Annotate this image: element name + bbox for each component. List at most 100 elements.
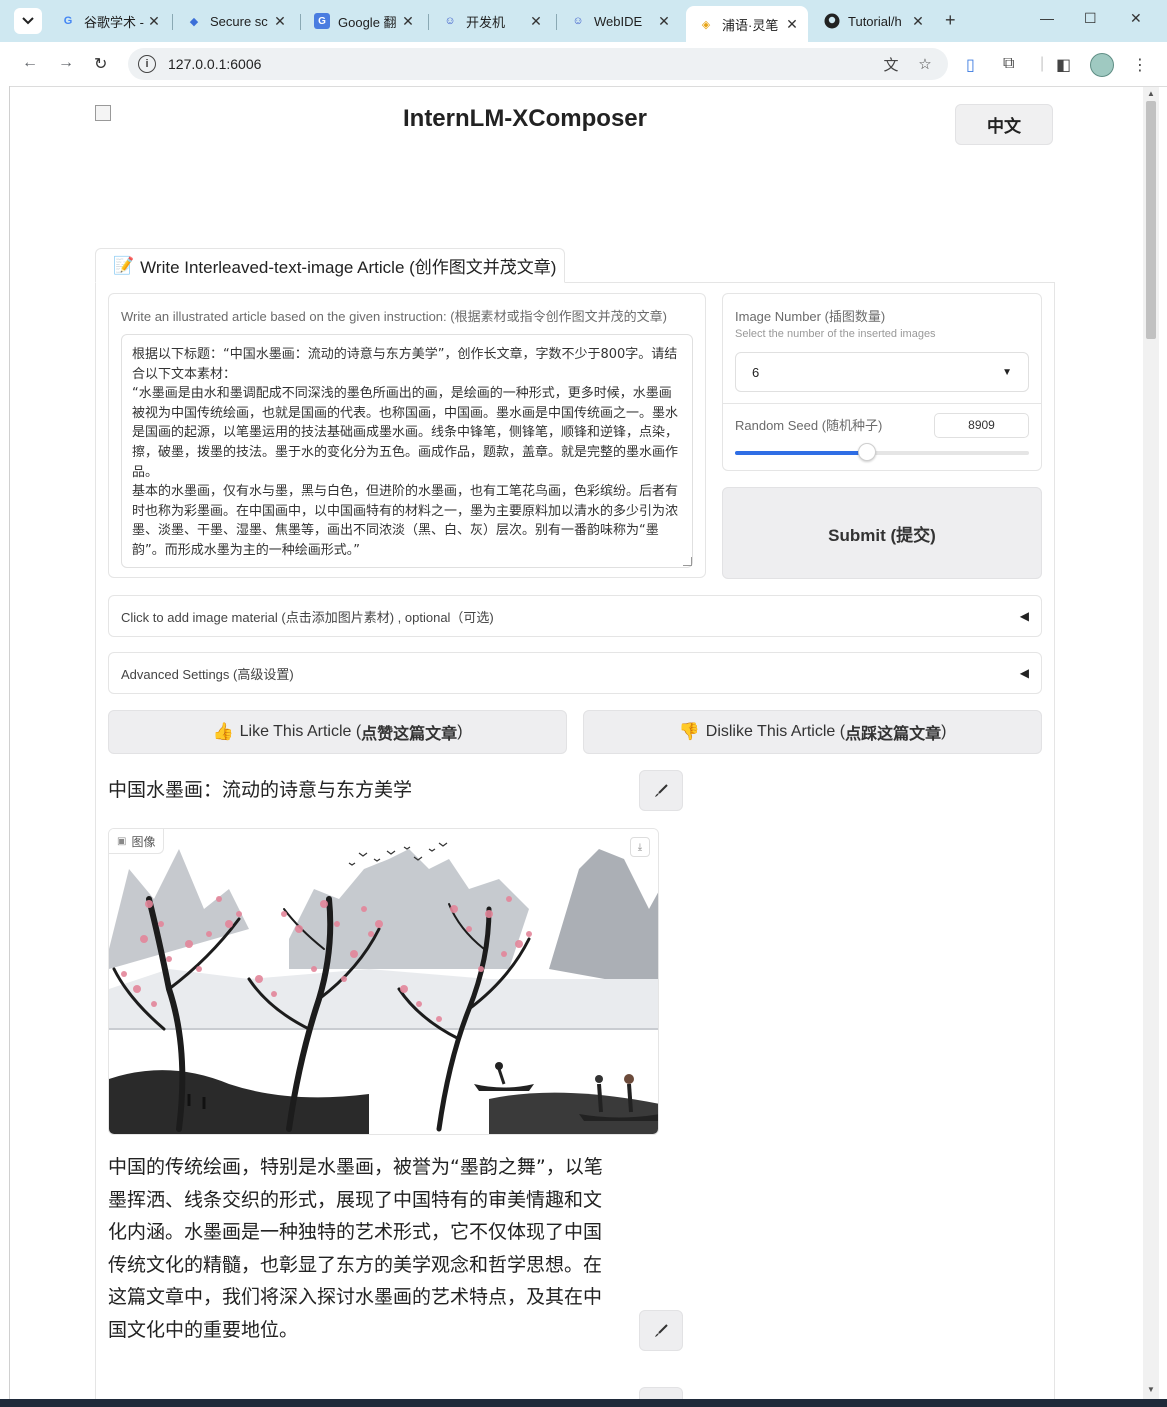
chevron-down-icon: [22, 17, 34, 25]
instruction-textarea[interactable]: 根据以下标题：“中国水墨画：流动的诗意与东方美学”，创作长文章，字数不少于800…: [121, 334, 693, 568]
advanced-settings-accordion[interactable]: Advanced Settings (高级设置) ◀: [108, 652, 1042, 694]
ink-painting-illustration: [109, 829, 658, 1134]
like-label: Like This Article (: [239, 723, 362, 740]
article-paragraph: 中国的传统绘画，特别是水墨画，被誉为“墨韵之舞”，以笔墨挥洒、线条交织的形式，展…: [108, 1156, 603, 1341]
edit-next-button[interactable]: [639, 1387, 683, 1399]
robot-icon: ☺: [444, 15, 456, 27]
tab-title: Tutorial/h: [848, 13, 902, 29]
bookmark-star-icon[interactable]: ☆: [914, 55, 936, 73]
extensions-icon[interactable]: ⧉: [1003, 55, 1014, 73]
like-label-bold: 点赞这篇文章: [361, 726, 458, 743]
reload-icon[interactable]: ↻: [94, 54, 107, 74]
browser-tab-bar: G 谷歌学术 - ✕ ◆ Secure sc ✕ G Google 翻 ✕ ☺ …: [0, 0, 1167, 42]
seed-input[interactable]: 8909: [934, 413, 1029, 438]
article-title: 中国水墨画：流动的诗意与东方美学: [108, 780, 413, 801]
image-number-label: Image Number (插图数量): [735, 309, 886, 324]
language-button[interactable]: 中文: [955, 104, 1053, 145]
minimize-icon[interactable]: —: [1040, 10, 1054, 26]
image-number-dropdown[interactable]: 6 ▼: [735, 352, 1029, 392]
image-label-text: 图像: [131, 834, 156, 849]
robot-icon: ☺: [572, 15, 584, 27]
image-number-value: 6: [752, 364, 760, 380]
thumbs-up-icon: 👍: [212, 722, 234, 741]
browser-tab-secure[interactable]: ◆ Secure sc ✕: [174, 6, 296, 36]
more-menu-icon[interactable]: ⋮: [1132, 55, 1148, 75]
submit-button[interactable]: Submit (提交): [722, 487, 1042, 579]
seed-slider-handle[interactable]: [858, 443, 877, 461]
dislike-button[interactable]: 👎 Dislike This Article (点踩这篇文章): [583, 710, 1042, 754]
google-icon: G: [63, 15, 73, 27]
close-icon[interactable]: ✕: [400, 13, 416, 30]
page-scrollbar[interactable]: ▲ ▼: [1143, 87, 1159, 1399]
background-window-edge: [0, 86, 10, 1399]
accordion-label: Advanced Settings (高级设置): [121, 666, 294, 682]
close-icon[interactable]: ✕: [910, 13, 926, 30]
download-icon[interactable]: ⤓: [630, 837, 650, 857]
tab-title: Secure sc: [210, 13, 268, 29]
article-image: ▣ 图像 ⤓: [108, 828, 659, 1135]
side-panel-icon[interactable]: ◧: [1056, 55, 1071, 75]
browser-tab-webide[interactable]: ☺ WebIDE ✕: [558, 6, 680, 36]
address-bar[interactable]: i 127.0.0.1:6006 文 ☆: [128, 48, 948, 80]
url-text[interactable]: 127.0.0.1:6006: [168, 56, 880, 72]
image-material-accordion[interactable]: Click to add image material (点击添加图片素材) ,…: [108, 595, 1042, 637]
dropdown-arrow-icon: ▼: [1002, 366, 1012, 378]
dislike-label: Dislike This Article (: [705, 723, 846, 740]
seed-label: Random Seed (随机种子): [735, 418, 883, 433]
tab-title: Google 翻: [338, 14, 397, 30]
close-icon[interactable]: ✕: [146, 13, 162, 30]
window-close-icon[interactable]: ✕: [1130, 10, 1142, 27]
github-icon: [824, 13, 840, 29]
like-label-end: ): [457, 723, 463, 740]
scroll-up-icon[interactable]: ▲: [1147, 89, 1155, 98]
close-icon[interactable]: ✕: [272, 13, 288, 30]
page-content: InternLM-XComposer 中文 📝 Write Interleave…: [10, 87, 1143, 1399]
collapse-arrow-icon: ◀: [1019, 609, 1029, 623]
back-icon[interactable]: ←: [22, 54, 38, 72]
dislike-label-end: ): [941, 723, 947, 740]
avatar[interactable]: [1090, 53, 1114, 77]
close-icon[interactable]: ✕: [784, 16, 800, 33]
image-label: ▣ 图像: [109, 829, 165, 854]
tab-title: 浦语·灵笔: [722, 17, 779, 33]
edit-title-button[interactable]: [639, 770, 683, 811]
thumbs-down-icon: 👎: [678, 722, 700, 741]
browser-tab-github[interactable]: Tutorial/h ✕: [812, 6, 934, 36]
browser-toolbar: ← → ↻ i 127.0.0.1:6006 文 ☆ ▯ ⧉ | ◧ ⋮: [0, 42, 1167, 87]
collapse-arrow-icon: ◀: [1019, 666, 1029, 680]
tab-title: 开发机: [466, 14, 506, 30]
memo-icon: 📝: [113, 255, 135, 275]
maximize-icon[interactable]: ☐: [1084, 10, 1097, 27]
scrollbar-thumb[interactable]: [1146, 101, 1156, 339]
browser-tab-active[interactable]: ◈ 浦语·灵笔 ✕: [686, 6, 808, 42]
brush-icon: [655, 1323, 668, 1337]
tab-title: WebIDE: [594, 13, 643, 29]
browser-tab-translate[interactable]: G Google 翻 ✕: [302, 6, 424, 36]
browser-tab-devmachine[interactable]: ☺ 开发机 ✕: [430, 6, 552, 36]
browser-tab-scholar[interactable]: G 谷歌学术 - ✕: [48, 6, 170, 36]
resize-handle-icon[interactable]: [683, 557, 692, 566]
new-tab-icon[interactable]: +: [945, 10, 956, 31]
translate-icon: G: [314, 13, 330, 29]
like-button[interactable]: 👍 Like This Article (点赞这篇文章): [108, 710, 567, 754]
document-icon[interactable]: ▯: [966, 55, 975, 75]
instruction-label: Write an illustrated article based on th…: [121, 309, 667, 324]
scroll-down-icon[interactable]: ▼: [1147, 1385, 1155, 1394]
os-taskbar: [0, 1399, 1167, 1407]
image-icon: ▣: [117, 835, 127, 847]
tab-write-article[interactable]: 📝 Write Interleaved-text-image Article (…: [95, 248, 565, 283]
cap-icon: ◆: [189, 15, 199, 28]
close-icon[interactable]: ✕: [656, 13, 672, 30]
seed-slider[interactable]: [735, 443, 1029, 461]
tab-title: 谷歌学术 -: [84, 14, 144, 30]
image-number-hint: Select the number of the inserted images: [735, 328, 936, 340]
edit-paragraph-button[interactable]: [639, 1310, 683, 1351]
instruction-panel: Write an illustrated article based on th…: [108, 293, 706, 578]
tab-search-button[interactable]: [14, 8, 42, 34]
close-icon[interactable]: ✕: [528, 13, 544, 30]
tab-label: Write Interleaved-text-image Article (创作…: [140, 258, 557, 277]
page-title: InternLM-XComposer: [402, 105, 647, 132]
translate-page-icon[interactable]: 文: [880, 54, 902, 75]
forward-icon[interactable]: →: [58, 54, 74, 72]
info-icon[interactable]: i: [138, 55, 156, 73]
